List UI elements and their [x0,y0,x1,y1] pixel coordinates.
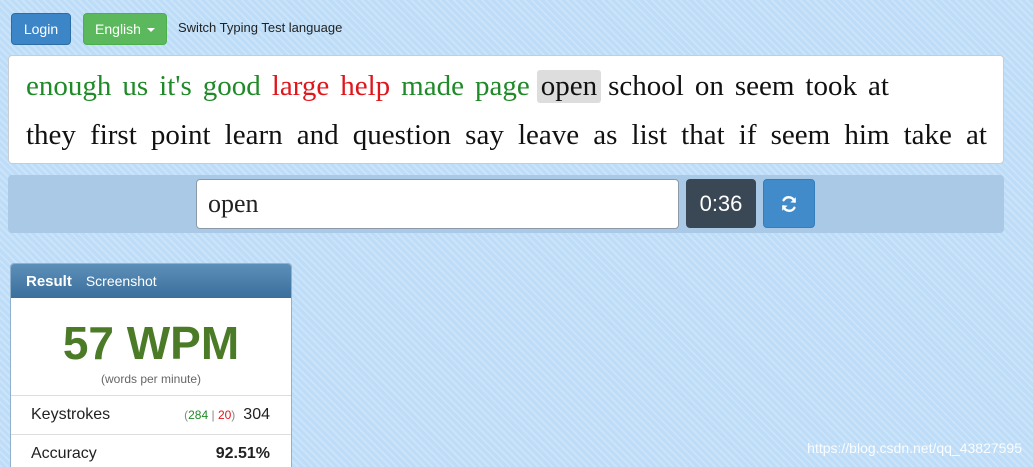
word-pending: school [608,70,684,102]
word-pending: and [296,119,339,151]
word-wrong: large [271,70,330,102]
word-line-2: they first point learn and question say leave as… [26,111,987,160]
result-panel-header: Result Screenshot [11,264,291,298]
word-correct: page [474,70,530,102]
word-correct: enough [26,70,112,102]
word-pending: seem [734,70,795,102]
word-pending: on [694,70,724,102]
word-pending: first [90,119,137,151]
word-pending: if [738,119,757,151]
word-pending: that [681,119,725,151]
keystrokes-separator: | [211,408,215,422]
screenshot-tab[interactable]: Screenshot [86,273,157,289]
login-button[interactable]: Login [11,13,71,45]
word-pending: leave [517,119,580,151]
caret-down-icon [146,28,155,32]
word-pending: as [593,119,618,151]
typing-input-value: open [208,189,259,218]
keystrokes-wrong: 20 [217,408,232,422]
word-pending: question [352,119,452,151]
wpm-subtitle: (words per minute) [100,372,202,386]
result-panel: Result Screenshot 57 WPM (words per minu… [10,263,292,467]
accuracy-row: Accuracy 92.51% [11,435,291,467]
word-pending: took [805,70,857,102]
word-correct: good [202,70,261,102]
wpm-value: 57 WPM [62,317,240,369]
word-pending: him [844,119,890,151]
login-label: Login [23,21,59,37]
word-correct: it's [159,70,192,102]
keystrokes-row: Keystrokes (284 | 20) 304 [11,396,291,435]
input-row: open 0:36 [8,175,1004,233]
accuracy-value: 92.51% [215,445,270,462]
word-pending: list [631,119,668,151]
refresh-icon [782,195,796,212]
word-line-1: enough us it's good large help made page open sch… [26,62,987,111]
word-correct: us [122,70,149,102]
keystrokes-correct: 284 [188,408,209,422]
watermark: https://blog.csdn.net/qq_43827595 [807,440,1022,456]
word-pending: seem [770,119,831,151]
word-pending: at [966,119,987,151]
accuracy-label: Accuracy [31,445,97,462]
word-pending: take [903,119,952,151]
word-correct: made [401,70,464,102]
keystrokes-detail: (284 | 20) [184,408,236,422]
wpm-box: 57 WPM (words per minute) [11,298,291,396]
word-pending: say [465,119,504,151]
word-current: open [536,70,602,103]
restart-button[interactable] [763,179,815,228]
word-pending: learn [224,119,283,151]
timer: 0:36 [686,179,756,228]
keystrokes-label: Keystrokes [31,406,111,423]
word-wrong: help [340,70,391,102]
language-label: English [95,21,141,37]
language-hint: Switch Typing Test language [178,20,343,35]
language-dropdown[interactable]: English [83,13,167,45]
word-pending: point [150,119,211,151]
word-pending: they [26,119,76,151]
word-display: enough us it's good large help made page open sch… [8,55,1004,164]
keystrokes-value: (284 | 20) 304 [184,406,270,424]
result-title: Result [26,272,72,290]
keystrokes-total: 304 [243,406,270,423]
word-pending: at [867,70,889,102]
typing-input[interactable]: open [196,179,679,229]
